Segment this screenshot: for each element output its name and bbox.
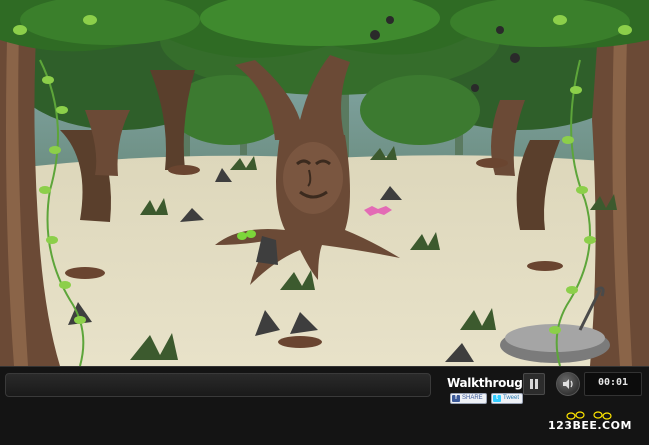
share-button[interactable]: f SHARE (450, 393, 487, 404)
brand-logo[interactable]: 123BEE.COM (548, 419, 632, 432)
pause-button[interactable] (523, 373, 545, 395)
share-label: SHARE (462, 395, 483, 401)
walkthrough-link[interactable]: Walkthrough (447, 376, 531, 390)
game-stage: Walkthrough 00:01 f SHARE t Tweet 123BEE… (0, 0, 649, 445)
inventory-bar[interactable] (5, 373, 431, 397)
facebook-icon: f (452, 395, 460, 402)
tweet-button[interactable]: t Tweet (491, 393, 524, 404)
sound-button[interactable] (556, 372, 580, 396)
speaker-icon (563, 379, 573, 389)
tweet-label: Tweet (503, 395, 520, 401)
forest-scene[interactable] (0, 0, 649, 366)
timer-text: 00:01 (597, 377, 629, 388)
hud-bar: Walkthrough 00:01 f SHARE t Tweet 123BEE… (0, 366, 649, 445)
timer: 00:01 (584, 372, 642, 396)
twitter-icon: t (493, 395, 501, 402)
